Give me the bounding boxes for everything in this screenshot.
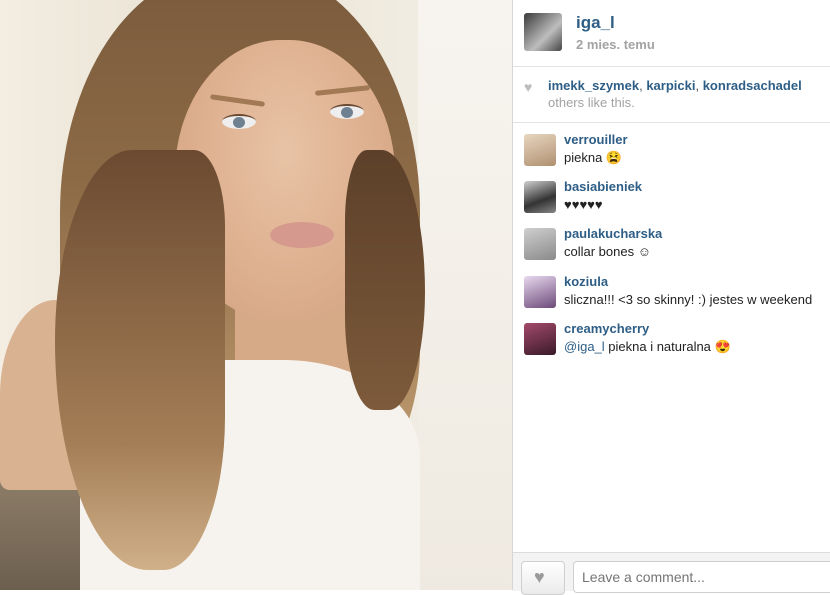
comment-username[interactable]: verrouiller xyxy=(564,132,628,147)
comment-username[interactable]: paulakucharska xyxy=(564,226,662,241)
comment-username[interactable]: creamycherry xyxy=(564,321,649,336)
comment-item: basiabieniek ♥♥♥♥♥ xyxy=(513,179,830,225)
comment-text: sliczna!!! <3 so skinny! :) jestes w wee… xyxy=(564,292,813,307)
heart-icon: ♥ xyxy=(524,79,533,95)
comment-text: collar bones ☺ xyxy=(564,244,651,259)
post-side-panel: iga_l 2 mies. temu ♥ imekk_szymek, karpi… xyxy=(512,0,830,595)
comment-text-body: piekna i naturalna 😍 xyxy=(604,339,731,354)
commenter-avatar[interactable] xyxy=(524,323,556,355)
instagram-post-viewer: iga_l 2 mies. temu ♥ imekk_szymek, karpi… xyxy=(0,0,830,595)
author-username[interactable]: iga_l xyxy=(576,13,615,33)
heart-icon: ♥ xyxy=(534,567,545,587)
mention-link[interactable]: @iga_l xyxy=(564,339,605,354)
comment-text: @iga_l piekna i naturalna 😍 xyxy=(564,339,731,355)
comment-input[interactable] xyxy=(573,561,830,593)
comment-item: creamycherry @iga_l piekna i naturalna 😍 xyxy=(513,321,830,367)
post-timestamp: 2 mies. temu xyxy=(576,37,655,52)
photo-eye-left xyxy=(222,114,256,129)
post-photo[interactable] xyxy=(0,0,512,590)
photo-lips xyxy=(270,222,334,248)
likes-users: imekk_szymek, karpicki, konradsachadel xyxy=(548,78,802,93)
author-avatar[interactable] xyxy=(524,13,562,51)
comment-item: koziula sliczna!!! <3 so skinny! :) jest… xyxy=(513,274,830,320)
comment-text: piekna 😫 xyxy=(564,150,623,165)
divider xyxy=(513,122,830,123)
like-user-link[interactable]: karpicki xyxy=(646,78,695,93)
divider xyxy=(513,66,830,67)
photo-bg-wall xyxy=(418,0,512,590)
commenter-avatar[interactable] xyxy=(524,276,556,308)
comment-item: verrouiller piekna 😫 xyxy=(513,132,830,178)
comment-username[interactable]: basiabieniek xyxy=(564,179,642,194)
like-user-link[interactable]: konradsachadel xyxy=(703,78,802,93)
commenter-avatar[interactable] xyxy=(524,181,556,213)
likes-others-text: others like this. xyxy=(548,95,635,110)
like-user-link[interactable]: imekk_szymek xyxy=(548,78,639,93)
comment-username[interactable]: koziula xyxy=(564,274,608,289)
commenter-avatar[interactable] xyxy=(524,134,556,166)
comment-text: ♥♥♥♥♥ xyxy=(564,197,603,212)
comment-composer-bar: ♥ xyxy=(513,552,830,595)
commenter-avatar[interactable] xyxy=(524,228,556,260)
photo-eye-right xyxy=(330,104,364,119)
comment-item: paulakucharska collar bones ☺ xyxy=(513,226,830,272)
